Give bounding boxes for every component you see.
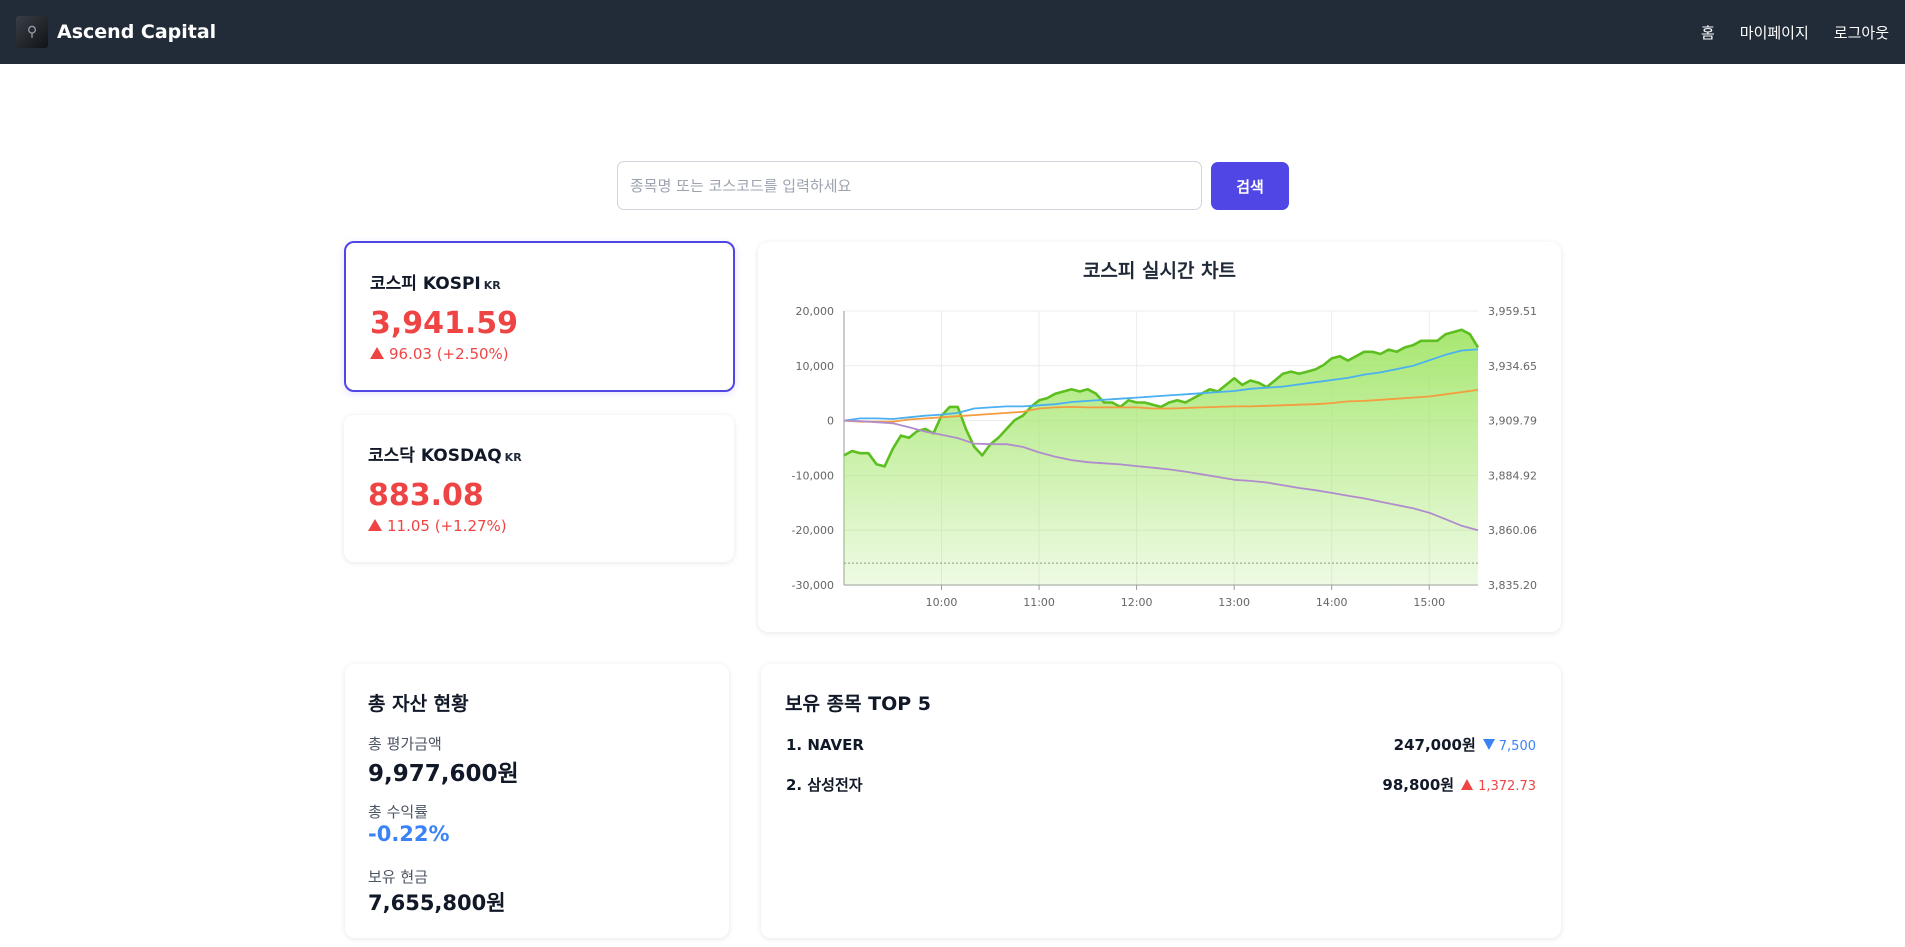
- y-right-tick-label: 3,959.51: [1488, 305, 1537, 318]
- holding-name: 1. NAVER: [786, 735, 864, 754]
- nav-home[interactable]: 홈: [1701, 22, 1715, 43]
- index-name-row: 코스닥 KOSDAQ KR: [368, 441, 710, 466]
- index-name-row: 코스피 KOSPI KR: [370, 269, 709, 294]
- main-nav: 홈 마이페이지 로그아웃: [1676, 0, 1889, 64]
- country-tag: KR: [504, 451, 522, 464]
- total-return-label: 총 수익률: [368, 803, 428, 821]
- logo-icon[interactable]: ⚲: [16, 16, 48, 48]
- cash-value: 7,655,800원: [368, 891, 506, 915]
- holding-price: 98,800원: [1382, 776, 1455, 794]
- total-value: 9,977,600원: [368, 761, 519, 787]
- x-tick-label: 14:00: [1316, 596, 1348, 609]
- kosdaq-index-card[interactable]: 코스닥 KOSDAQ KR 883.08 11.05 (+1.27%): [344, 415, 734, 562]
- x-tick-label: 10:00: [926, 596, 958, 609]
- y-right-tick-label: 3,934.65: [1488, 360, 1537, 373]
- x-tick-label: 15:00: [1413, 596, 1445, 609]
- index-area-fill: [844, 329, 1478, 585]
- x-tick-label: 12:00: [1121, 596, 1153, 609]
- total-value-label: 총 평가금액: [368, 735, 442, 753]
- top-navbar: ⚲ Ascend Capital 홈 마이페이지 로그아웃: [0, 0, 1905, 64]
- country-tag: KR: [483, 279, 501, 292]
- total-return-value: -0.22%: [368, 822, 450, 846]
- kospi-realtime-chart[interactable]: 20,000 3,959.51 10,000 3,934.65 0 3,909.79 -10…: [758, 242, 1561, 632]
- kospi-index-card[interactable]: 코스피 KOSPI KR 3,941.59 96.03 (+2.50%): [344, 241, 735, 392]
- arrow-down-icon: [1482, 739, 1495, 750]
- y-left-tick-label: 0: [827, 415, 834, 428]
- holding-change: 1,372.73: [1478, 779, 1536, 794]
- y-left-tick-label: -10,000: [792, 469, 834, 482]
- index-value: 3,941.59: [370, 306, 519, 341]
- y-left-tick-label: -20,000: [792, 524, 834, 537]
- y-right-tick-label: 3,909.79: [1488, 415, 1537, 428]
- y-right-tick-label: 3,860.06: [1488, 524, 1537, 537]
- holding-change: 7,500: [1498, 739, 1536, 754]
- index-name: 코스피 KOSPI: [370, 274, 481, 294]
- kospi-chart-card: 코스피 실시간 차트 20,000 3,959.51 10,000 3,934.65 0…: [758, 242, 1561, 632]
- holding-row[interactable]: 2. 삼성전자 98,800원 1,372.73: [786, 774, 1536, 795]
- cash-label: 보유 현금: [368, 868, 428, 886]
- brand-name[interactable]: Ascend Capital: [57, 21, 216, 43]
- index-change: 11.05 (+1.27%): [368, 517, 710, 535]
- index-change-text: 11.05 (+1.27%): [387, 517, 507, 535]
- index-value: 883.08: [368, 478, 484, 513]
- y-left-tick-label: -30,000: [792, 579, 834, 592]
- top-holdings-card: 보유 종목 TOP 5 1. NAVER 247,000원 7,500 2. 삼성…: [761, 664, 1561, 938]
- arrow-up-icon: [368, 519, 382, 531]
- index-name: 코스닥 KOSDAQ: [368, 446, 502, 466]
- holding-name: 2. 삼성전자: [786, 776, 863, 794]
- total-assets-card: 총 자산 현황 총 평가금액 9,977,600원 총 수익률 -0.22% 보…: [345, 664, 729, 938]
- arrow-up-icon: [1461, 779, 1474, 790]
- x-tick-label: 11:00: [1023, 596, 1055, 609]
- x-tick-label: 13:00: [1218, 596, 1250, 609]
- nav-mypage[interactable]: 마이페이지: [1740, 22, 1809, 43]
- arrow-up-icon: [370, 347, 384, 359]
- y-left-tick-label: 20,000: [796, 305, 835, 318]
- search-button[interactable]: 검색: [1211, 162, 1289, 210]
- y-right-tick-label: 3,884.92: [1488, 469, 1537, 482]
- holding-price-group: 98,800원 1,372.73: [1382, 774, 1536, 795]
- index-change-text: 96.03 (+2.50%): [389, 345, 509, 363]
- y-right-tick-label: 3,835.20: [1488, 579, 1537, 592]
- assets-title: 총 자산 현황: [368, 693, 469, 715]
- nav-logout[interactable]: 로그아웃: [1834, 22, 1889, 43]
- holding-price: 247,000원: [1393, 736, 1476, 754]
- holdings-title: 보유 종목 TOP 5: [785, 693, 932, 715]
- holding-price-group: 247,000원 7,500: [1394, 734, 1536, 755]
- index-change: 96.03 (+2.50%): [370, 345, 709, 363]
- stock-search-input[interactable]: [617, 161, 1202, 210]
- y-left-tick-label: 10,000: [796, 360, 835, 373]
- holding-row[interactable]: 1. NAVER 247,000원 7,500: [786, 734, 1536, 755]
